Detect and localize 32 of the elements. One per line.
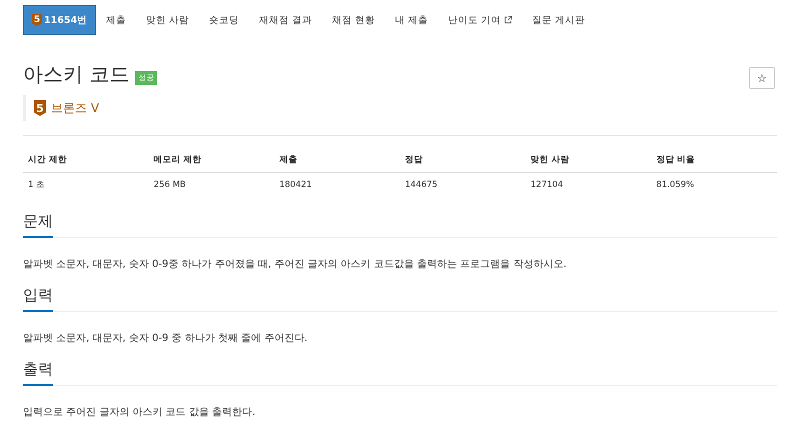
tab[interactable]: 질문 게시판 — [522, 5, 596, 35]
section-text: 입력으로 주어진 글자의 아스키 코드 값을 출력한다. — [23, 406, 256, 419]
tab[interactable]: 채점 현황 — [322, 5, 386, 35]
column-header: 정답 비율 — [651, 149, 777, 172]
tab[interactable]: 맞힌 사람 — [136, 5, 200, 35]
column-header: 정답 — [400, 149, 526, 172]
column-header: 제출 — [274, 149, 400, 172]
tier-badge: 5 — [32, 14, 42, 26]
tab[interactable]: 재채점 결과 — [249, 5, 322, 35]
tab[interactable]: 난이도 기여 — [438, 5, 522, 35]
column-header: 맞힌 사람 — [526, 149, 652, 172]
tab[interactable]: 숏코딩 — [199, 5, 250, 35]
tab[interactable]: 제출 — [96, 5, 136, 35]
problem-title: 아스키 코드 — [23, 61, 130, 88]
tab[interactable]: 내 제출 — [385, 5, 438, 35]
tab[interactable]: 5 11654번 — [23, 5, 96, 35]
tier-name[interactable]: 브론즈 V — [51, 100, 100, 116]
table-cell: 180421 — [274, 172, 400, 197]
section-heading: 문제 — [23, 212, 53, 238]
table-cell: 144675 — [400, 172, 526, 197]
tier-badge: 5 — [34, 100, 46, 116]
table-cell: 81.059% — [651, 172, 777, 197]
section-text: 알파벳 소문자, 대문자, 숫자 0-9중 하나가 주어졌을 때, 주어진 글자의 아스키 코드값을 출력하는 프로그램을 작성하시오. — [23, 258, 568, 271]
table-cell: 256 MB — [148, 172, 274, 197]
column-header: 메모리 제한 — [148, 149, 274, 172]
section-heading: 입력 — [23, 286, 53, 312]
section-heading: 출력 — [23, 360, 53, 386]
table-cell: 127104 — [526, 172, 652, 197]
column-header: 시간 제한 — [23, 149, 149, 172]
table-cell: 1 초 — [23, 172, 149, 197]
star-button[interactable]: ☆ — [749, 67, 775, 89]
section-text: 알파벳 소문자, 대문자, 숫자 0-9 중 하나가 첫째 줄에 주어진다. — [23, 332, 308, 345]
